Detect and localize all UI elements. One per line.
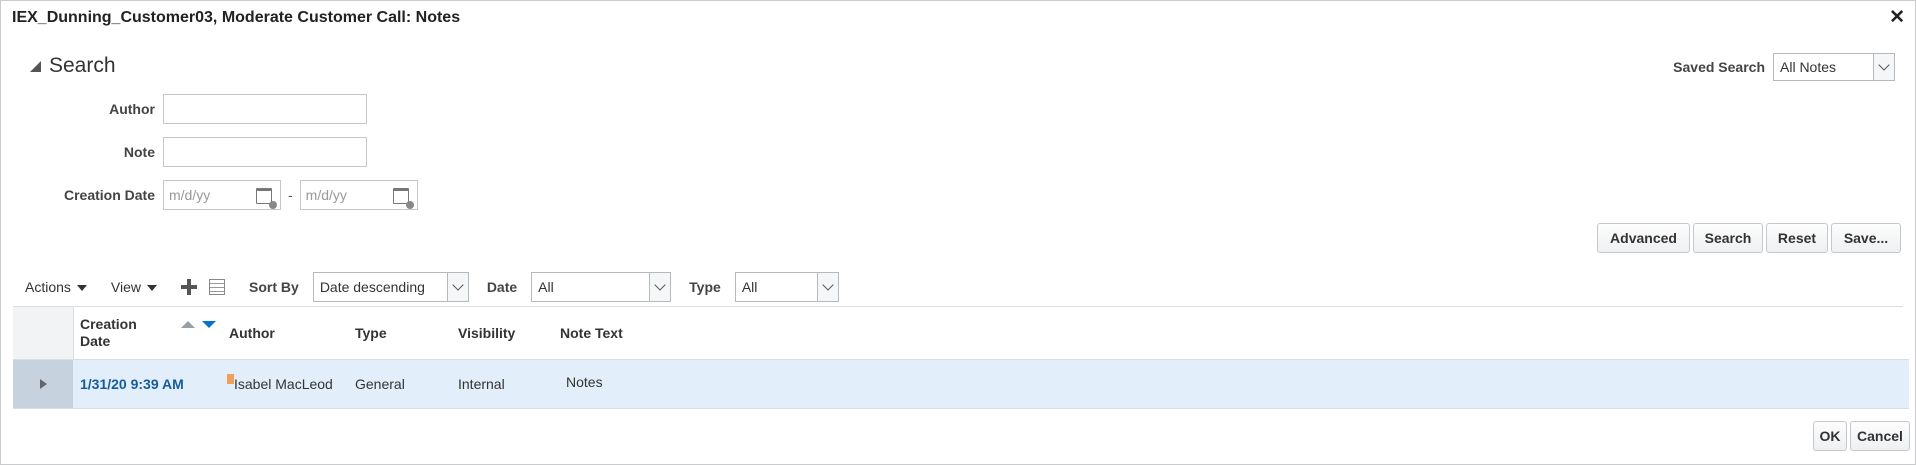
type-filter-value: All	[741, 279, 758, 295]
chevron-down-icon[interactable]	[446, 273, 468, 301]
detach-table-icon[interactable]	[209, 279, 226, 295]
notes-dialog: IEX_Dunning_Customer03, Moderate Custome…	[0, 0, 1916, 465]
column-author[interactable]: Author	[229, 325, 275, 341]
saved-search-label: Saved Search	[1673, 59, 1765, 75]
advanced-button[interactable]: Advanced	[1597, 223, 1690, 253]
author-label: Author	[109, 101, 155, 117]
row-header-column	[13, 307, 74, 359]
date-separator: -	[288, 187, 293, 203]
dropdown-arrow-icon	[76, 285, 87, 291]
chevron-down-icon[interactable]	[816, 273, 838, 301]
expand-row-icon[interactable]	[13, 360, 73, 408]
sort-by-select[interactable]: Date descending	[312, 272, 469, 302]
date-filter-label: Date	[486, 279, 518, 295]
date-from-input[interactable]: m/d/yy	[163, 180, 281, 210]
date-to-placeholder: m/d/yy	[305, 187, 347, 203]
column-creation-date[interactable]: Creation Date	[80, 316, 137, 350]
date-from-placeholder: m/d/yy	[169, 187, 211, 203]
note-text-cell: Notes	[566, 374, 603, 390]
calendar-icon[interactable]	[392, 188, 414, 209]
creation-date-header-line1: Creation	[80, 316, 137, 332]
creation-date-row: Creation Date m/d/yy - m/d/yy	[1, 180, 418, 210]
table-row[interactable]: 1/31/20 9:39 AM Isabel MacLeod General I…	[13, 360, 1909, 409]
type-filter-label: Type	[689, 279, 721, 295]
view-menu[interactable]: View	[110, 279, 158, 295]
date-filter-select[interactable]: All	[531, 272, 672, 302]
visibility-cell: Internal	[458, 376, 505, 392]
note-input[interactable]	[163, 137, 367, 167]
saved-search-select[interactable]: All Notes	[1773, 53, 1895, 81]
actions-label: Actions	[25, 279, 71, 295]
view-label: View	[110, 279, 142, 295]
save-button[interactable]: Save...	[1831, 223, 1901, 253]
actions-menu[interactable]: Actions	[25, 279, 87, 295]
table-header: Creation Date Author Type Visibility Not…	[13, 307, 1909, 360]
type-filter-select[interactable]: All	[734, 272, 839, 302]
note-row: Note	[1, 137, 367, 167]
column-visibility[interactable]: Visibility	[458, 325, 515, 341]
creation-date-header-line2: Date	[80, 333, 111, 349]
chevron-down-icon[interactable]	[649, 273, 671, 301]
dialog-title: IEX_Dunning_Customer03, Moderate Custome…	[12, 9, 461, 26]
add-icon[interactable]	[181, 279, 198, 295]
reset-button[interactable]: Reset	[1766, 223, 1828, 253]
author-cell: Isabel MacLeod	[234, 376, 333, 392]
table-toolbar: Actions View Sort By Date descending Dat…	[25, 271, 839, 303]
saved-search-value: All Notes	[1780, 59, 1837, 75]
sort-descending-icon[interactable]	[202, 321, 216, 328]
column-type[interactable]: Type	[355, 325, 387, 341]
date-to-input[interactable]: m/d/yy	[299, 180, 418, 210]
column-note-text[interactable]: Note Text	[560, 325, 623, 341]
sort-by-label: Sort By	[249, 279, 299, 295]
close-icon[interactable]: ✕	[1889, 8, 1905, 28]
type-cell: General	[355, 376, 405, 392]
cancel-button[interactable]: Cancel	[1850, 421, 1910, 451]
calendar-icon[interactable]	[256, 188, 277, 209]
ok-button[interactable]: OK	[1813, 421, 1847, 451]
creation-date-label: Creation Date	[63, 187, 155, 203]
search-section-header[interactable]: Search	[30, 54, 116, 78]
saved-search: Saved Search All Notes	[1673, 53, 1895, 81]
author-row: Author	[1, 94, 367, 124]
dropdown-arrow-icon	[147, 285, 158, 291]
note-label: Note	[123, 144, 155, 160]
search-title: Search	[49, 54, 116, 77]
flag-icon	[227, 374, 234, 384]
creation-date-link[interactable]: 1/31/20 9:39 AM	[80, 376, 184, 392]
search-button[interactable]: Search	[1693, 223, 1763, 253]
sort-ascending-icon[interactable]	[181, 321, 195, 328]
disclosure-triangle-icon[interactable]	[30, 60, 41, 72]
sort-by-value: Date descending	[319, 279, 425, 295]
chevron-down-icon[interactable]	[1873, 54, 1894, 80]
notes-table: Creation Date Author Type Visibility Not…	[13, 307, 1909, 409]
date-filter-value: All	[538, 279, 554, 295]
author-input[interactable]	[163, 94, 367, 124]
